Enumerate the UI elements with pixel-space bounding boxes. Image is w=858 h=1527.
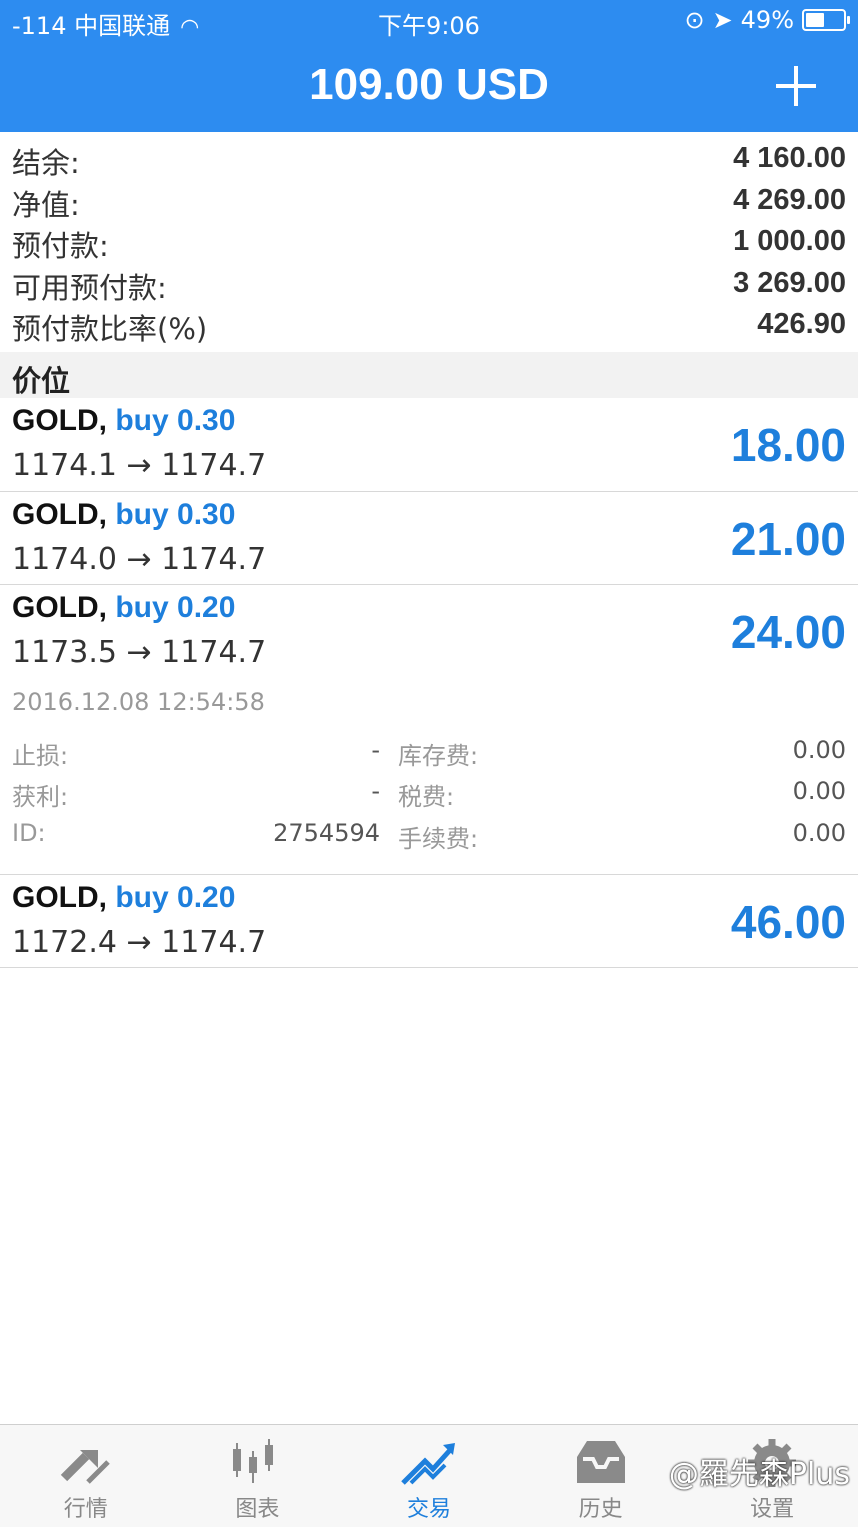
summary-row-margin-level: 预付款比率(%) 426.90 xyxy=(0,304,858,346)
watermark-text: @羅先森Plus xyxy=(668,1457,850,1492)
position-side: buy 0.20 xyxy=(115,881,236,914)
position-profit: 18.00 xyxy=(730,419,846,471)
position-side: buy 0.30 xyxy=(115,498,236,531)
location-arrow-icon: ➤ xyxy=(712,6,733,34)
summary-row-free-margin: 可用预付款: 3 269.00 xyxy=(0,263,858,305)
position-side: buy 0.30 xyxy=(115,404,236,437)
position-symbol: GOLD, xyxy=(12,881,107,914)
position-row[interactable]: GOLD, buy 0.20 1172.4 → 1174.7 46.00 xyxy=(0,875,858,968)
position-symbol: GOLD, xyxy=(12,498,107,531)
account-summary: 结余: 4 160.00 净值: 4 269.00 预付款: 1 000.00 … xyxy=(0,138,858,346)
position-symbol: GOLD, xyxy=(12,591,107,624)
summary-value: 3 269.00 xyxy=(733,266,846,299)
history-inbox-icon xyxy=(515,1433,687,1493)
orientation-lock-icon: ⊙ xyxy=(684,6,705,34)
tax-value: 0.00 xyxy=(792,777,846,805)
battery-percent: 49% xyxy=(740,6,794,34)
position-prices: 1172.4 → 1174.7 xyxy=(12,925,267,960)
tab-charts[interactable]: 图表 xyxy=(172,1425,344,1527)
position-prices: 1174.1 → 1174.7 xyxy=(12,448,267,483)
tax-label: 税费: xyxy=(398,783,455,811)
battery-icon xyxy=(802,9,850,31)
position-symbol: GOLD, xyxy=(12,404,107,437)
battery-fill xyxy=(806,13,824,27)
positions-section-header: 价位 xyxy=(0,352,858,398)
position-row[interactable]: GOLD, buy 0.30 1174.1 → 1174.7 18.00 xyxy=(0,398,858,492)
commission-label: 手续费: xyxy=(398,825,479,853)
commission-value: 0.00 xyxy=(792,819,846,847)
stop-loss-value: - xyxy=(371,736,380,764)
top-header: -114 中国联通 ◠ 下午9:06 ⊙ ➤ 49% 109.00 USD xyxy=(0,0,858,132)
quotes-arrows-icon xyxy=(0,1433,172,1493)
id-value: 2754594 xyxy=(273,819,380,847)
tab-label: 图表 xyxy=(235,1497,280,1522)
position-prices: 1173.5 → 1174.7 xyxy=(12,635,267,670)
tab-bar: 行情 图表 交易 历史 设置 @羅先森Plus xyxy=(0,1424,858,1527)
tab-history[interactable]: 历史 xyxy=(515,1425,687,1527)
summary-row-equity: 净值: 4 269.00 xyxy=(0,180,858,222)
add-order-button[interactable] xyxy=(776,66,816,106)
position-profit: 46.00 xyxy=(730,896,846,948)
detail-row: 止损: - 库存费: 0.00 xyxy=(0,736,858,776)
summary-value: 1 000.00 xyxy=(733,225,846,257)
tab-trade[interactable]: 交易 xyxy=(343,1425,515,1527)
summary-label: 预付款比率(%) xyxy=(12,312,208,346)
summary-row-margin: 预付款: 1 000.00 xyxy=(0,221,858,263)
swap-value: 0.00 xyxy=(792,736,846,764)
stop-loss-label: 止损: xyxy=(12,742,69,770)
position-prices: 1174.0 → 1174.7 xyxy=(12,542,267,577)
id-label: ID: xyxy=(12,819,46,847)
section-title: 价位 xyxy=(12,364,71,398)
swap-label: 库存费: xyxy=(398,742,479,770)
summary-value: 426.90 xyxy=(757,308,846,340)
summary-value: 4 160.00 xyxy=(733,142,846,174)
position-details: 2016.12.08 12:54:58 止损: - 库存费: 0.00 获利: … xyxy=(0,678,858,875)
tab-label: 历史 xyxy=(578,1497,623,1522)
open-time: 2016.12.08 12:54:58 xyxy=(12,688,265,716)
summary-label: 结余: xyxy=(12,146,80,180)
summary-label: 预付款: xyxy=(12,229,109,263)
position-title: GOLD, buy 0.20 xyxy=(12,591,235,625)
position-row[interactable]: GOLD, buy 0.30 1174.0 → 1174.7 21.00 xyxy=(0,492,858,585)
take-profit-value: - xyxy=(371,777,380,805)
detail-row: 获利: - 税费: 0.00 xyxy=(0,777,858,817)
tab-label: 设置 xyxy=(750,1497,795,1522)
tab-label: 行情 xyxy=(63,1497,108,1522)
status-right: ⊙ ➤ 49% xyxy=(684,6,850,34)
summary-row-balance: 结余: 4 160.00 xyxy=(0,138,858,180)
position-title: GOLD, buy 0.30 xyxy=(12,404,235,438)
tab-label: 交易 xyxy=(406,1497,451,1522)
account-profit-title: 109.00 USD xyxy=(309,60,549,109)
position-profit: 21.00 xyxy=(730,513,846,565)
detail-row: ID: 2754594 手续费: 0.00 xyxy=(0,819,858,859)
take-profit-label: 获利: xyxy=(12,783,69,811)
trade-trend-icon xyxy=(343,1433,515,1493)
position-title: GOLD, buy 0.30 xyxy=(12,498,235,532)
position-row-expanded[interactable]: GOLD, buy 0.20 1173.5 → 1174.7 24.00 xyxy=(0,585,858,678)
position-profit: 24.00 xyxy=(730,606,846,658)
position-side: buy 0.20 xyxy=(115,591,236,624)
candlestick-chart-icon xyxy=(172,1433,344,1493)
summary-value: 4 269.00 xyxy=(733,183,846,216)
tab-quotes[interactable]: 行情 xyxy=(0,1425,172,1527)
position-title: GOLD, buy 0.20 xyxy=(12,881,235,915)
summary-label: 净值: xyxy=(12,187,80,222)
summary-label: 可用预付款: xyxy=(12,270,167,305)
